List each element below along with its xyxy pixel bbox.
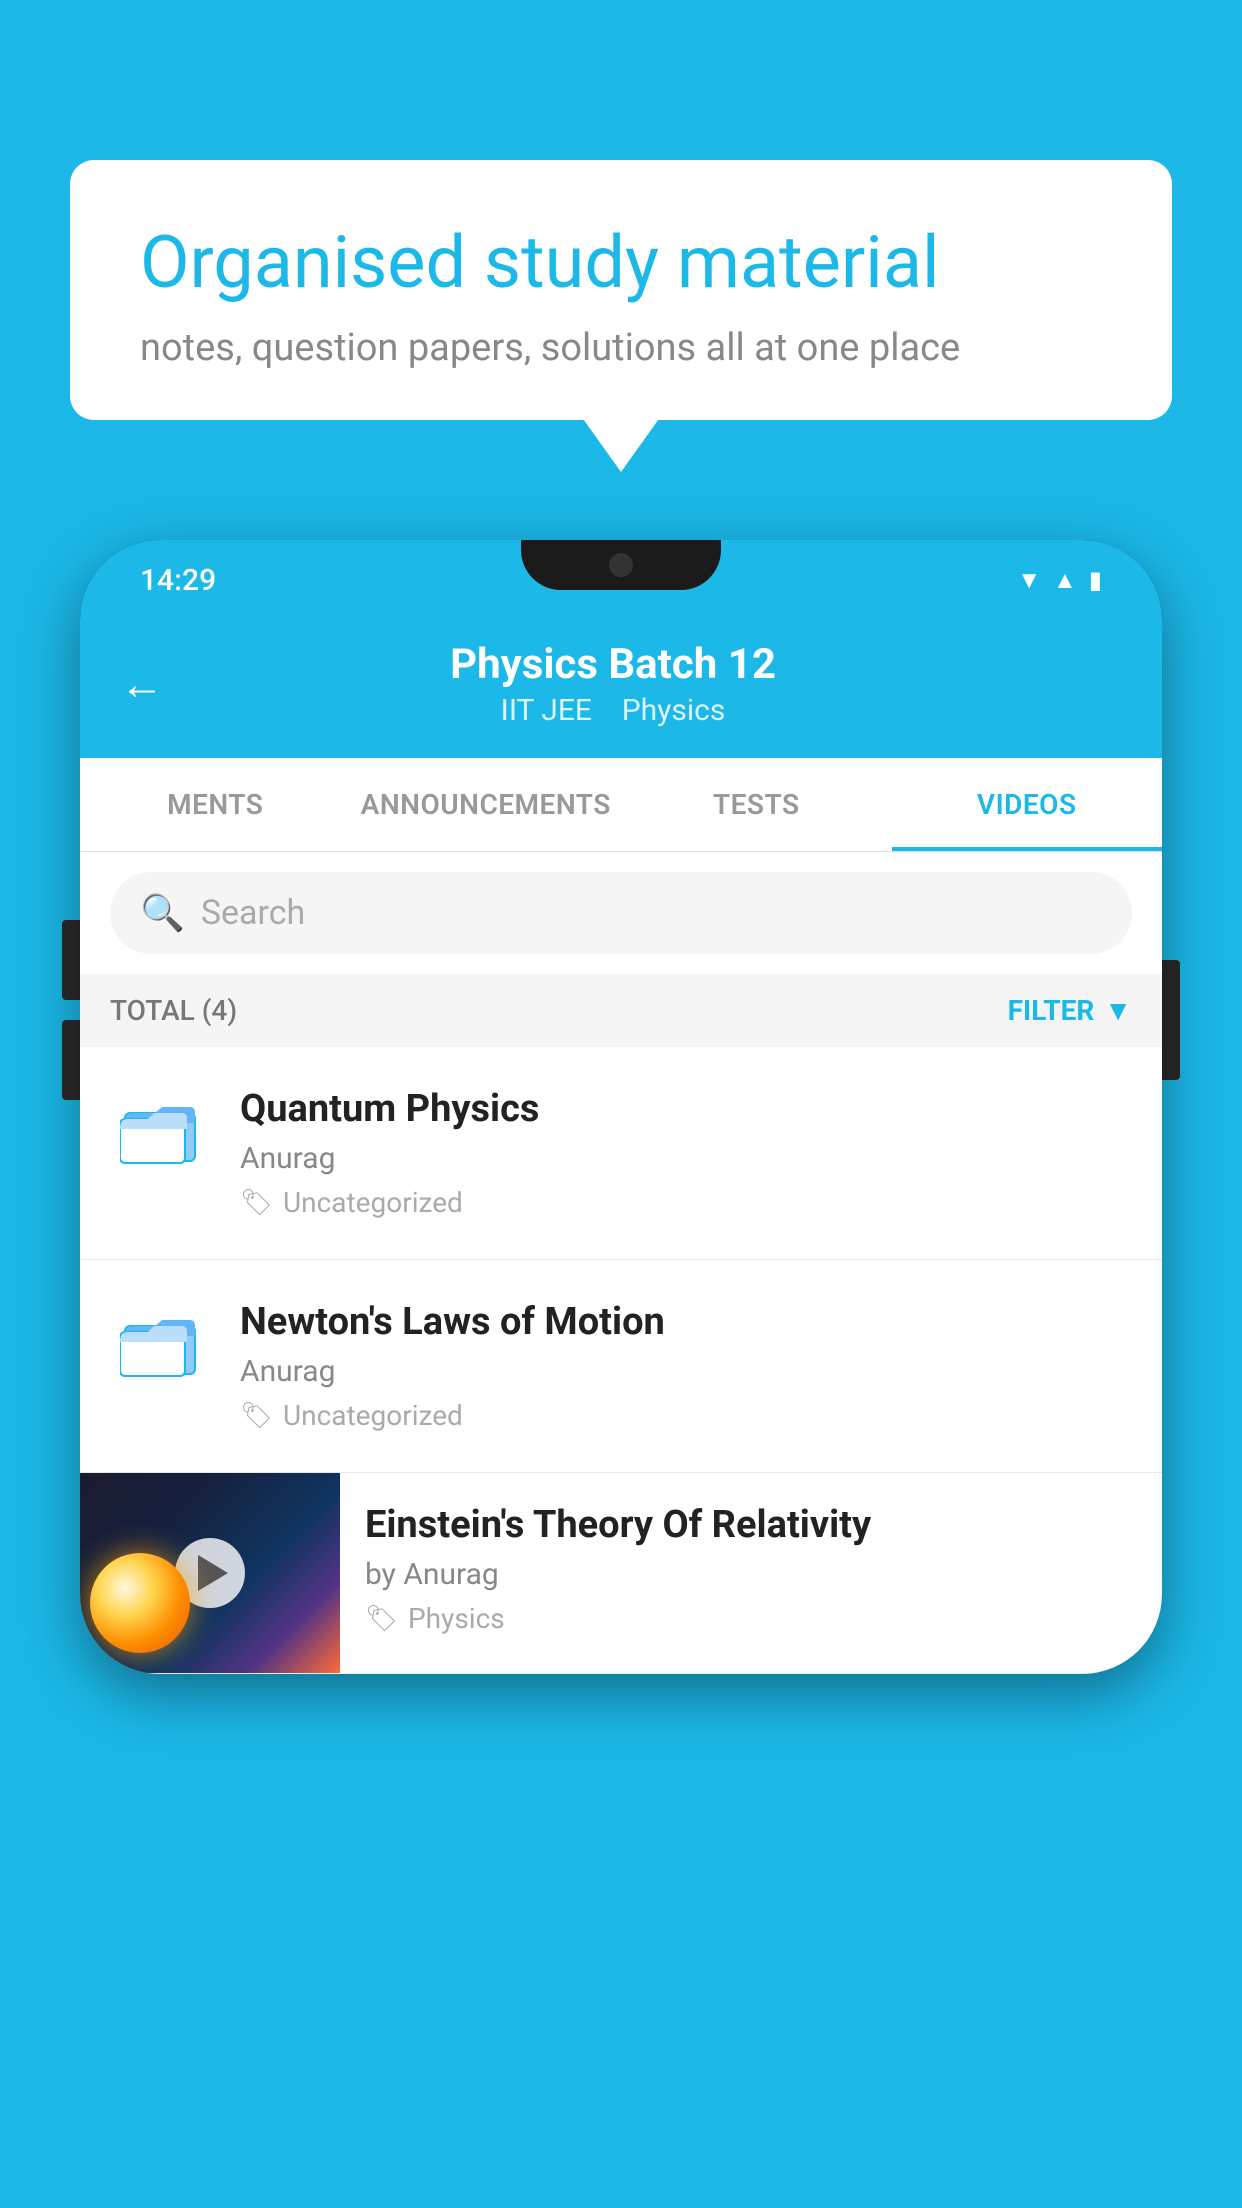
app-header: ← Physics Batch 12 IIT JEE Physics (80, 620, 1162, 758)
folder-icon (120, 1095, 200, 1165)
tag-icon: 🏷 (240, 1188, 273, 1218)
header-subtitle-iit: IIT JEE (501, 693, 592, 728)
battery-icon: ▮ (1089, 566, 1102, 594)
phone-mockup: 14:29 ▼ ▲ ▮ ← Physics Batch 12 IIT JEE (80, 540, 1162, 2208)
item-tag: 🏷 Uncategorized (240, 1399, 1132, 1432)
item-icon-quantum (110, 1087, 210, 1165)
filter-icon: ▼ (1104, 994, 1132, 1027)
filter-row: TOTAL (4) FILTER ▼ (80, 974, 1162, 1047)
item-title: Newton's Laws of Motion (240, 1300, 1132, 1344)
status-icons: ▼ ▲ ▮ (1017, 566, 1102, 595)
status-time: 14:29 (140, 563, 216, 598)
tag-icon: 🏷 (365, 1604, 398, 1634)
tab-announcements[interactable]: ANNOUNCEMENTS (351, 758, 622, 851)
list-item-video[interactable]: Einstein's Theory Of Relativity by Anura… (80, 1473, 1162, 1674)
video-info-einstein: Einstein's Theory Of Relativity by Anura… (340, 1473, 1162, 1665)
video-title: Einstein's Theory Of Relativity (365, 1503, 1137, 1547)
tag-icon: 🏷 (240, 1401, 273, 1431)
tag-label: Physics (408, 1602, 505, 1635)
sphere-decoration (90, 1553, 190, 1653)
tag-label: Uncategorized (283, 1399, 463, 1432)
video-thumbnail (80, 1473, 340, 1673)
wifi-icon: ▼ (1017, 566, 1041, 595)
item-author: Anurag (240, 1354, 1132, 1389)
item-icon-newton (110, 1300, 210, 1378)
item-tag: 🏷 Uncategorized (240, 1186, 1132, 1219)
bubble-subtitle: notes, question papers, solutions all at… (140, 326, 1102, 370)
back-button[interactable]: ← (120, 658, 164, 710)
search-icon: 🔍 (140, 892, 185, 934)
tag-label: Uncategorized (283, 1186, 463, 1219)
folder-icon (120, 1308, 200, 1378)
status-bar: 14:29 ▼ ▲ ▮ (80, 540, 1162, 620)
search-bar[interactable]: 🔍 Search (110, 872, 1132, 954)
item-title: Quantum Physics (240, 1087, 1132, 1131)
tab-videos[interactable]: VIDEOS (892, 758, 1163, 851)
signal-icon: ▲ (1053, 566, 1077, 595)
item-author: Anurag (240, 1141, 1132, 1176)
video-tag: 🏷 Physics (365, 1602, 1137, 1635)
list-item[interactable]: Quantum Physics Anurag 🏷 Uncategorized (80, 1047, 1162, 1260)
tab-ments[interactable]: MENTS (80, 758, 351, 851)
item-content-newton: Newton's Laws of Motion Anurag 🏷 Uncateg… (240, 1300, 1132, 1432)
header-subtitle-physics: Physics (622, 693, 726, 728)
header-title-block: Physics Batch 12 IIT JEE Physics (194, 640, 1032, 728)
filter-label: FILTER (1008, 994, 1095, 1027)
header-subtitle: IIT JEE Physics (194, 693, 1032, 728)
phone-body: 14:29 ▼ ▲ ▮ ← Physics Batch 12 IIT JEE (80, 540, 1162, 1674)
total-count-label: TOTAL (4) (110, 994, 237, 1027)
bubble-title: Organised study material (140, 220, 1102, 306)
filter-button[interactable]: FILTER ▼ (1008, 994, 1132, 1027)
video-author: by Anurag (365, 1557, 1137, 1592)
item-content-quantum: Quantum Physics Anurag 🏷 Uncategorized (240, 1087, 1132, 1219)
content-list: Quantum Physics Anurag 🏷 Uncategorized (80, 1047, 1162, 1674)
tab-tests[interactable]: TESTS (621, 758, 892, 851)
play-icon (198, 1555, 228, 1591)
volume-up-button (62, 920, 80, 1000)
list-item[interactable]: Newton's Laws of Motion Anurag 🏷 Uncateg… (80, 1260, 1162, 1473)
speech-bubble: Organised study material notes, question… (70, 160, 1172, 420)
power-button (1162, 960, 1180, 1080)
phone-notch (521, 540, 721, 590)
search-container: 🔍 Search (80, 852, 1162, 974)
header-title: Physics Batch 12 (194, 640, 1032, 689)
tabs-bar: MENTS ANNOUNCEMENTS TESTS VIDEOS (80, 758, 1162, 852)
front-camera (609, 553, 633, 577)
volume-down-button (62, 1020, 80, 1100)
search-placeholder: Search (201, 893, 305, 933)
